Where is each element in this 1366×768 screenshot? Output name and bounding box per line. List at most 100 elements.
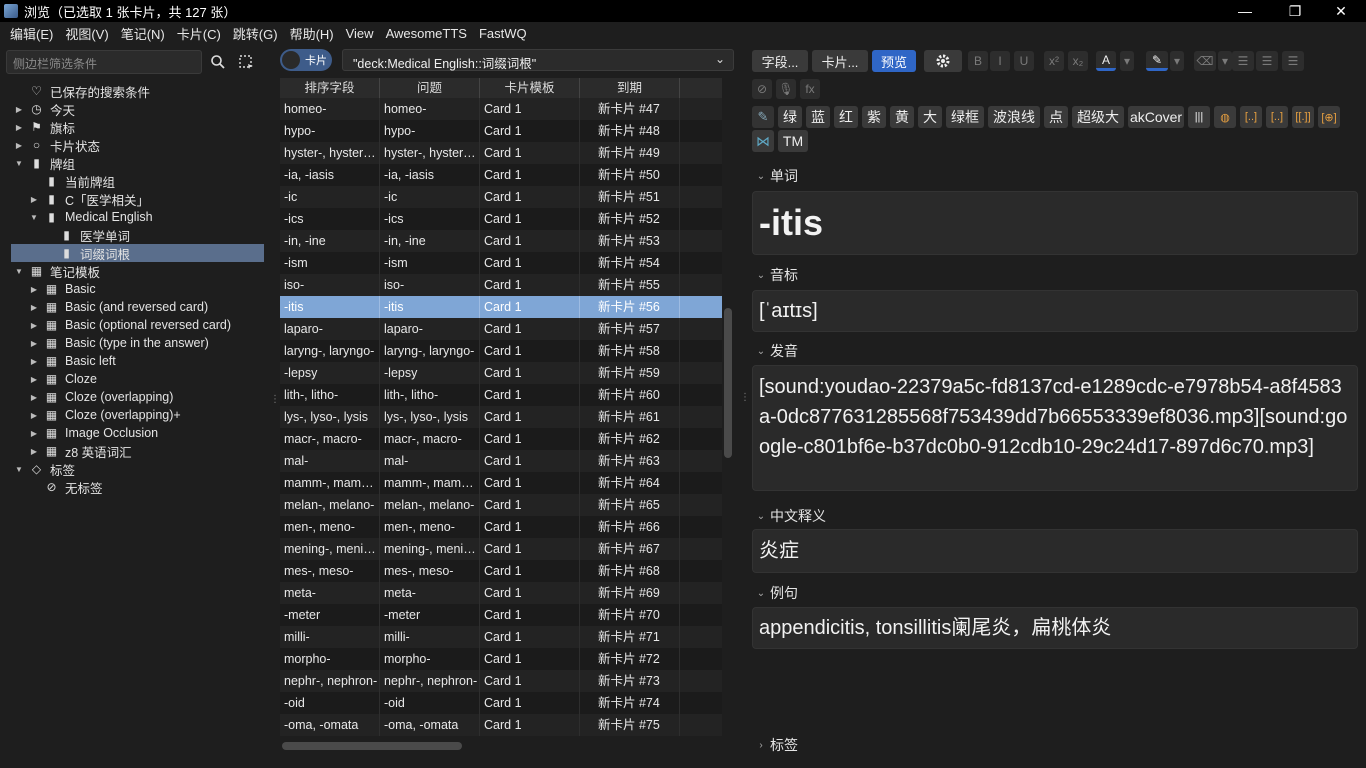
expand-down-icon[interactable]: ▼ [14, 465, 24, 474]
table-row[interactable]: -ics -ics Card 1 新卡片 #52 [280, 208, 722, 230]
addon-button[interactable]: 大 [918, 106, 942, 128]
expand-right-icon[interactable]: ▶ [29, 357, 39, 366]
sidebar-tree-item[interactable]: ▼ ▮ Medical English [0, 208, 268, 226]
format-button[interactable]: ✎ [1146, 51, 1168, 71]
field-label[interactable]: ⌄ 单词 [752, 166, 798, 186]
field-label[interactable]: ⌄ 发音 [752, 341, 798, 361]
expand-right-icon[interactable]: ▶ [29, 321, 39, 330]
field-label[interactable]: ⌄ 音标 [752, 265, 798, 285]
addon-button[interactable]: 绿 [778, 106, 802, 128]
column-header[interactable]: 排序字段 [280, 78, 380, 98]
expand-right-icon[interactable]: ▶ [29, 411, 39, 420]
table-row[interactable]: meta-meta- Card 1 新卡片 #69 [280, 582, 722, 604]
minimize-button[interactable]: — [1222, 0, 1268, 22]
field-editor[interactable]: [ˈaɪtɪs] [752, 290, 1358, 332]
field-editor[interactable]: appendicitis, tonsillitis阑尾炎，扁桃体炎 [752, 607, 1358, 649]
sidebar-tree-item[interactable]: ▼ ▦ 笔记模板 [0, 262, 268, 280]
expand-right-icon[interactable]: ▶ [29, 375, 39, 384]
table-row[interactable]: -oid -oid Card 1 新卡片 #74 [280, 692, 722, 714]
expand-right-icon[interactable]: ▶ [29, 303, 39, 312]
menu-item[interactable]: AwesomeTTS [380, 26, 473, 41]
menu-item[interactable]: 卡片(C) [171, 24, 227, 43]
cards-notes-toggle[interactable]: 卡片 [280, 49, 332, 71]
table-row[interactable]: men-, meno-men-, meno- Card 1 新卡片 #66 [280, 516, 722, 538]
expand-down-icon[interactable]: ▼ [14, 159, 24, 168]
sidebar-tree-item[interactable]: ▶ ◷ 今天 [0, 100, 268, 118]
format-button[interactable]: B [968, 51, 988, 71]
table-row[interactable]: laryng-, laryngo-laryng-, laryngo- Card 1… [280, 340, 722, 362]
sidebar-search-input[interactable]: 侧边栏筛选条件 [6, 50, 202, 74]
table-row[interactable]: mamm-, mam… mamm-, mam… Card 1 新卡片 #64 [280, 472, 722, 494]
sidebar-tree-item[interactable]: ▶ ▦ Image Occlusion [0, 424, 268, 442]
sidebar-tree-item[interactable]: ▶ ▦ Cloze (overlapping)+ [0, 406, 268, 424]
addon-button[interactable]: ||| [1188, 106, 1210, 128]
expand-right-icon[interactable]: ▶ [14, 123, 24, 132]
search-button[interactable] [206, 50, 230, 74]
table-row[interactable]: -in, -ine -in, -ine Card 1 新卡片 #53 [280, 230, 722, 252]
addon-button[interactable]: 蓝 [806, 106, 830, 128]
addon-button[interactable]: akCover [1128, 106, 1184, 128]
table-row[interactable]: -ic -ic Card 1 新卡片 #51 [280, 186, 722, 208]
menu-item[interactable]: 视图(V) [59, 24, 114, 43]
field-label[interactable]: ⌄ 例句 [752, 583, 798, 603]
table-row[interactable]: -itis -itis Card 1 新卡片 #56 [280, 296, 722, 318]
format-button[interactable]: ▾ [1218, 51, 1232, 71]
table-row[interactable]: mening-, meni… mening-, meni… Card 1 新卡片 #6… [280, 538, 722, 560]
sidebar-tree-item[interactable]: ▶ ▮ C「医学相关」 [0, 190, 268, 208]
chevron-down-icon[interactable]: ⌄ [711, 52, 729, 68]
sidebar-tree-item[interactable]: ⊘ 无标签 [0, 478, 268, 496]
addon-button[interactable]: ◍ [1214, 106, 1236, 128]
cards-button[interactable]: 卡片... [812, 50, 868, 72]
expand-right-icon[interactable]: ▶ [29, 393, 39, 402]
table-row[interactable]: nephr-, nephron-nephr-, nephron- Card 1 新卡… [280, 670, 722, 692]
expand-right-icon[interactable]: ▶ [14, 141, 24, 150]
field-editor[interactable]: 炎症 [752, 529, 1358, 573]
addon-button[interactable]: ⋈ [752, 130, 774, 152]
addon-button[interactable]: 波浪线 [988, 106, 1040, 128]
table-row[interactable]: morpho-morpho- Card 1 新卡片 #72 [280, 648, 722, 670]
vertical-scrollbar[interactable] [722, 98, 734, 738]
sidebar-tree-item[interactable]: ▶ ○ 卡片状态 [0, 136, 268, 154]
table-row[interactable]: laparo-laparo- Card 1 新卡片 #57 [280, 318, 722, 340]
sidebar-tree-item[interactable]: ♡ 已保存的搜索条件 [0, 82, 268, 100]
format-button[interactable]: U [1014, 51, 1034, 71]
preview-button[interactable]: 预览 [872, 50, 916, 72]
format-button[interactable]: fx [800, 79, 820, 99]
addon-button[interactable]: 黄 [890, 106, 914, 128]
table-row[interactable]: lys-, lyso-, lysis lys-, lyso-, lysis Card… [280, 406, 722, 428]
format-button[interactable]: ▾ [1120, 51, 1134, 71]
expand-right-icon[interactable]: ▶ [29, 447, 39, 456]
sidebar-tree-item[interactable]: ▶ ▦ Cloze (overlapping) [0, 388, 268, 406]
expand-down-icon[interactable]: ▼ [14, 267, 24, 276]
column-header[interactable]: 卡片模板 [480, 78, 580, 98]
sidebar-tree-item[interactable]: ▮ 词缀词根 [0, 244, 268, 262]
menu-item[interactable]: 跳转(G) [227, 24, 284, 43]
field-editor[interactable]: -itis [752, 191, 1358, 255]
menu-item[interactable]: 笔记(N) [115, 24, 171, 43]
format-button[interactable]: ☰ [1282, 51, 1304, 71]
settings-button[interactable] [924, 50, 962, 72]
format-button[interactable]: 🎙 [776, 79, 796, 99]
addon-button[interactable]: [..] [1240, 106, 1262, 128]
format-button[interactable]: ⌫ [1194, 51, 1216, 71]
addon-button[interactable]: [[.]] [1292, 106, 1314, 128]
sidebar-tree-item[interactable]: ▶ ▦ Cloze [0, 370, 268, 388]
sidebar-tree-item[interactable]: ▶ ▦ z8 英语词汇 [0, 442, 268, 460]
addon-button[interactable]: [⊕] [1318, 106, 1340, 128]
table-row[interactable]: melan-, melano-melan-, melano- Card 1 新卡片 … [280, 494, 722, 516]
table-row[interactable]: milli-milli- Card 1 新卡片 #71 [280, 626, 722, 648]
table-row[interactable]: hypo-hypo- Card 1 新卡片 #48 [280, 120, 722, 142]
format-button[interactable]: A [1096, 51, 1116, 71]
addon-button[interactable]: 超级大 [1072, 106, 1124, 128]
expand-right-icon[interactable]: ▶ [29, 195, 39, 204]
sidebar-tree-item[interactable]: ▶ ⚑ 旗标 [0, 118, 268, 136]
format-button[interactable]: x₂ [1068, 51, 1088, 71]
tags-section-toggle[interactable]: › 标签 [752, 735, 798, 755]
expand-right-icon[interactable]: ▶ [29, 339, 39, 348]
column-header[interactable]: 问题 [380, 78, 480, 98]
sidebar-tree-item[interactable]: ▶ ▦ Basic (type in the answer) [0, 334, 268, 352]
table-row[interactable]: -ism -ism Card 1 新卡片 #54 [280, 252, 722, 274]
table-row[interactable]: -ia, -iasis -ia, -iasis Card 1 新卡片 #50 [280, 164, 722, 186]
table-row[interactable]: lith-, litho-lith-, litho- Card 1 新卡片 #60 [280, 384, 722, 406]
table-row[interactable]: homeo-homeo- Card 1 新卡片 #47 [280, 98, 722, 120]
